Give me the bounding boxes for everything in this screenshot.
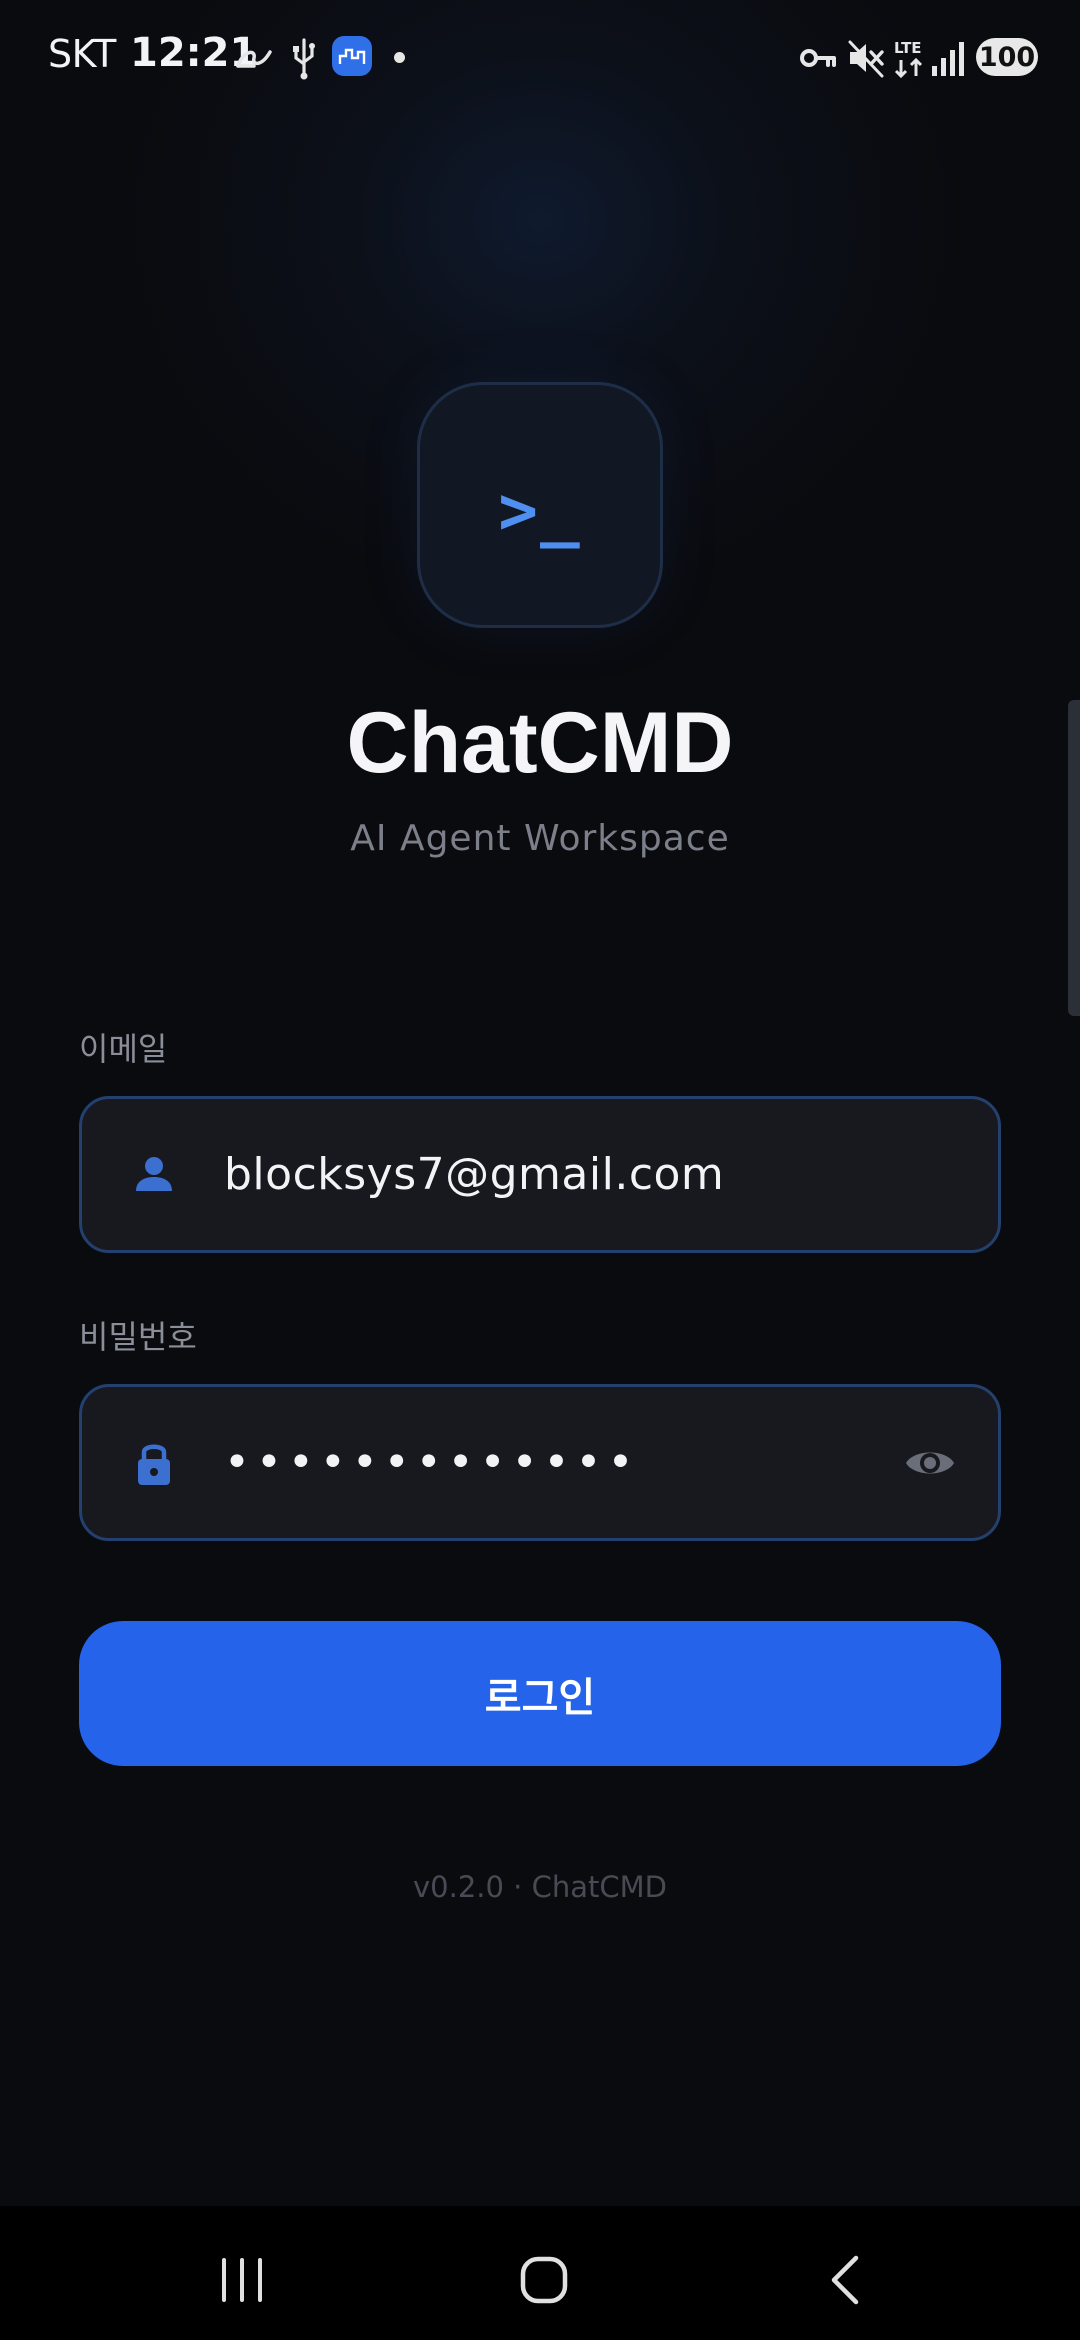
email-field[interactable] (79, 1096, 1001, 1253)
svg-text:LTE: LTE (894, 39, 922, 57)
back-icon[interactable] (806, 2240, 886, 2320)
usb-icon (293, 38, 315, 80)
navigation-bar (0, 2206, 1080, 2340)
terminal-prompt-icon: >_ (498, 471, 582, 549)
password-label: 비밀번호 (79, 1318, 197, 1356)
version-label: v0.2.0 · ChatCMD (413, 1870, 667, 1904)
signal-icon (932, 42, 964, 76)
lte-icon: LTE (894, 39, 923, 79)
lock-icon (138, 1444, 170, 1485)
status-bar: SKT 12:21 LTE 100 (0, 0, 1080, 116)
app-subtitle: AI Agent Workspace (350, 818, 730, 859)
email-label: 이메일 (79, 1030, 168, 1068)
home-icon[interactable] (504, 2240, 584, 2320)
email-input[interactable] (224, 1099, 924, 1250)
link-icon (236, 50, 272, 68)
login-button[interactable]: 로그인 (79, 1621, 1001, 1766)
recent-apps-icon[interactable] (202, 2240, 282, 2320)
notification-dot (394, 52, 405, 63)
password-input[interactable] (224, 1387, 924, 1538)
vpn-key-icon (800, 49, 836, 67)
password-field[interactable] (79, 1384, 1001, 1541)
mute-icon (848, 40, 884, 78)
login-screen: SKT 12:21 LTE 100 >_ ChatCMD AI Agent Wo… (0, 0, 1080, 2340)
carrier-label: SKT (48, 32, 116, 76)
app-badge-icon (332, 36, 372, 76)
app-logo: >_ (417, 382, 663, 628)
battery-icon: 100 (976, 38, 1038, 76)
person-icon (136, 1156, 172, 1191)
app-title: ChatCMD (346, 695, 734, 791)
eye-icon[interactable] (902, 1435, 958, 1491)
